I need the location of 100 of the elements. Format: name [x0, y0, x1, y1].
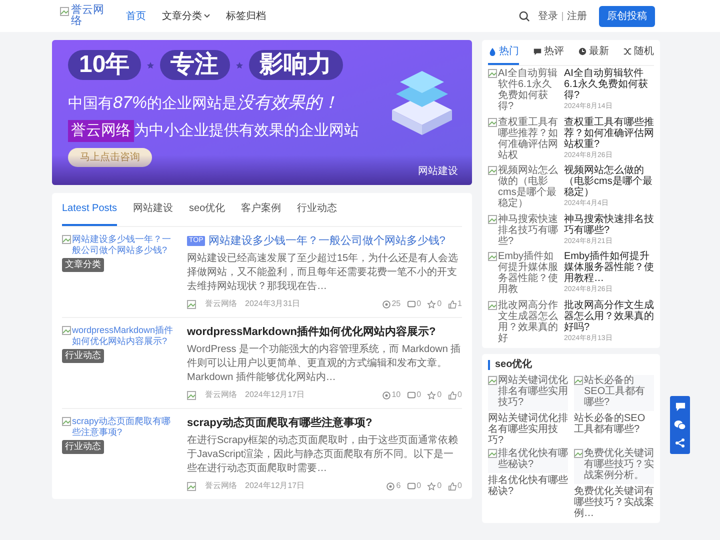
sidebar-tab[interactable]: 最新 [578, 40, 609, 65]
broken-image-icon [488, 166, 497, 175]
category-badge: 文章分类 [62, 258, 104, 272]
chat-icon[interactable] [674, 402, 686, 412]
image-alt-text: wordpressMarkdown插件如何优化网站内容展示? [72, 325, 174, 347]
broken-image-icon [488, 252, 497, 261]
nav-link[interactable]: 首页 [126, 8, 146, 24]
category-tab[interactable]: Latest Posts [62, 193, 118, 226]
register-link[interactable]: 注册 [567, 8, 587, 24]
author-name: 誉云网络 [205, 389, 237, 401]
section-title: seo优化 [495, 358, 532, 372]
banner-caption: 网站建设 [418, 164, 458, 179]
author-name: 誉云网络 [205, 480, 237, 492]
category-tab[interactable]: 网站建设 [133, 193, 174, 226]
broken-image-icon [488, 300, 497, 310]
accent-bar [488, 360, 490, 370]
drop-icon [488, 47, 497, 56]
post-excerpt: WordPress 是一个功能强大的内容管理系统，而 Markdown 插件则可以让用户以更简单、更直观的方式编辑和发布文章。Markdown 插件能够优化网站内… [187, 343, 462, 385]
likes-count: 0 [458, 389, 462, 401]
star-icon [427, 300, 436, 308]
search-icon[interactable] [519, 10, 530, 22]
broken-image-icon [187, 300, 196, 308]
category-tab[interactable]: seo优化 [189, 193, 226, 226]
share-icon[interactable] [675, 438, 685, 448]
star-icon [427, 482, 436, 490]
login-link[interactable]: 登录 [538, 8, 558, 24]
comment-icon [406, 300, 416, 308]
clock-icon [578, 47, 587, 56]
sidebar-post-title[interactable]: AI全自动剪辑软件6.1永久免费如何获得? [564, 68, 654, 101]
banner[interactable]: 10年 专注 影响力 中国有87%的企业网站是没有效果的！ 誉云网络 为中小企业提供有效果的企业网站 马上点击咨询 网站建设 [52, 40, 472, 185]
broken-image-icon [488, 118, 497, 126]
image-alt-text: 神马搜索快速排名技巧有哪些? [498, 214, 559, 246]
comment-icon [406, 482, 416, 490]
headline-pill: 专注 [160, 50, 230, 80]
post-title[interactable]: scrapy动态页面爬取有哪些注意事项? [187, 416, 372, 430]
banner-subtitle: 为中小企业提供有效果的企业网站 [134, 120, 359, 140]
broken-image-icon [187, 390, 196, 400]
star-icon [427, 390, 436, 400]
favorites-count: 0 [437, 298, 442, 310]
broken-image-icon [488, 214, 497, 224]
star-icon [236, 62, 243, 68]
nav-link[interactable]: 文章分类 [162, 8, 202, 24]
eye-icon [382, 390, 391, 400]
image-alt-text: 免费优化关键词有哪些技巧？实战案例分析。 [584, 448, 654, 481]
image-alt-text: 视频网站怎么做的（电影cms是哪个最稳定） [498, 165, 559, 209]
author-name: 誉云网络 [205, 298, 237, 310]
seo-post-title[interactable]: 免费优化关键词有哪些技巧？实战案例… [574, 486, 654, 519]
star-icon [146, 62, 154, 68]
sidebar-post-title[interactable]: 查权重工具有哪些推荐？如何准确评估网站权重? [564, 116, 654, 150]
favorites-count: 0 [437, 389, 442, 401]
shuffle-icon [623, 47, 632, 56]
category-tab[interactable]: 客户案例 [241, 193, 282, 226]
eye-icon [382, 300, 391, 308]
post-excerpt: 网站建设已经高速发展了至少超过15年，为什么还是有人会选择做网站，又不能盈利，而且每年还需要花费一笔不小的开支去维持网站现状？那我现在告… [187, 252, 460, 294]
comments-count: 0 [416, 298, 422, 310]
likes-count: 1 [458, 298, 462, 310]
image-alt-text: AI全自动剪辑软件6.1永久免费如何获得? [498, 68, 558, 112]
sidebar-post-title[interactable]: 神马搜索快速排名技巧有哪些? [564, 214, 654, 236]
thumbs-up-icon [448, 300, 457, 308]
eye-icon [386, 482, 396, 490]
caret-icon[interactable] [204, 14, 210, 18]
sidebar-tab[interactable]: 热评 [533, 40, 564, 65]
seo-post-title[interactable]: 站长必备的SEO工具都有哪些? [574, 413, 654, 435]
comments-count: 0 [416, 480, 422, 492]
sidebar-tab[interactable]: 热门 [488, 40, 519, 65]
sidebar-post-title[interactable]: Emby插件如何提升媒体服务器性能？使用教程… [564, 251, 654, 284]
seo-post-title[interactable]: 排名优化快有哪些秘诀? [488, 475, 568, 497]
category-tab[interactable]: 行业动态 [297, 193, 338, 226]
headline-pill: 10年 [68, 50, 141, 80]
category-badge: 行业动态 [62, 349, 104, 362]
favorites-count: 0 [437, 480, 442, 492]
post-title[interactable]: wordpressMarkdown插件如何优化网站内容展示? [187, 325, 436, 339]
category-badge: 行业动态 [62, 440, 104, 454]
broken-image-icon [488, 69, 497, 78]
views-count: 25 [392, 298, 401, 310]
image-alt-text: 查权重工具有哪些推荐？如何准确评估网站权 [498, 116, 559, 160]
wechat-icon[interactable] [674, 420, 686, 430]
brand-highlight: 誉云网络 [68, 120, 134, 142]
submit-article-button[interactable]: 原创投稿 [599, 6, 655, 26]
image-alt-text: 批改网高分作文生成器怎么用？效果真的好 [498, 300, 559, 344]
broken-image-icon [60, 7, 69, 16]
broken-image-icon [62, 235, 71, 244]
post-date: 2024年12月17日 [245, 480, 305, 492]
post-date: 2024年3月31日 [245, 298, 300, 310]
post-title[interactable]: 网站建设多少钱一年？一般公司做个网站多少钱? [208, 234, 446, 248]
seo-post-title[interactable]: 网站关键词优化排名有哪些实用技巧? [488, 413, 568, 446]
thumbs-up-icon [448, 390, 457, 400]
headline-pill: 影响力 [248, 50, 343, 80]
sidebar-post-title[interactable]: 批改网高分作文生成器怎么用？效果真的好吗? [564, 300, 654, 332]
post-excerpt: 在进行Scrapy框架的动态页面爬取时，由于这些页面通常依赖于JavaScript渲染，因此与静态页面爬取有所不同。以下是一些在进行动态页面爬取时需要… [187, 434, 460, 476]
comments-count: 0 [416, 389, 422, 401]
nav-link[interactable]: 标签归档 [226, 8, 266, 24]
logo-alt-text[interactable]: 誉云网络 [71, 5, 110, 27]
image-alt-text: 排名优化快有哪些秘诀? [498, 448, 568, 470]
sidebar-tab[interactable]: 随机 [623, 40, 654, 65]
banner-headline: 中国有87%的企业网站是没有效果的！ [68, 92, 340, 114]
views-count: 10 [392, 389, 401, 401]
comment-icon [406, 390, 416, 400]
image-alt-text: 网站关键词优化排名有哪些实用技巧? [498, 375, 568, 408]
sidebar-post-title[interactable]: 视频网站怎么做的（电影cms是哪个最稳定） [564, 165, 654, 198]
